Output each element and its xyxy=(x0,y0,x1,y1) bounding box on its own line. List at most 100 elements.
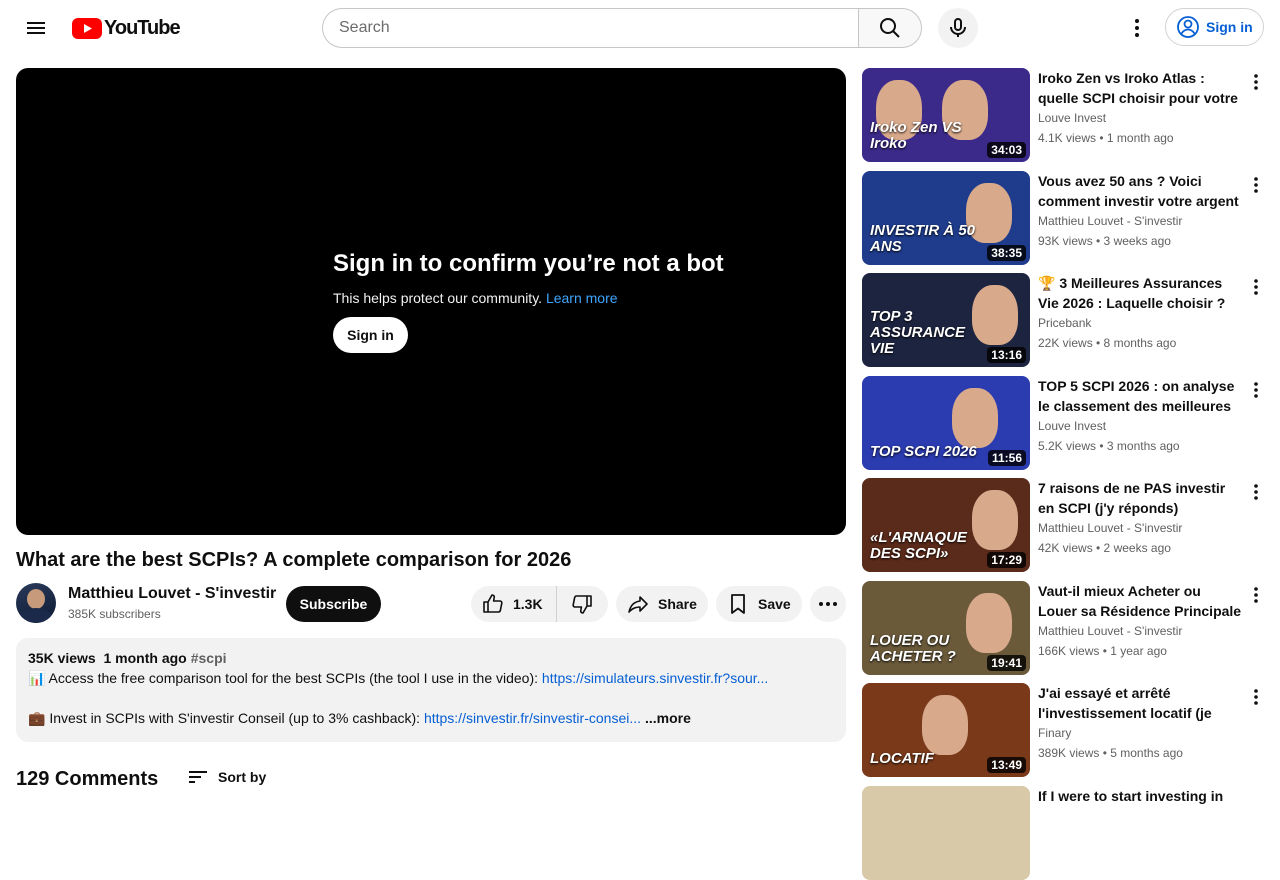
recommended-channel-name[interactable]: Pricebank xyxy=(1038,316,1091,330)
video-duration: 13:49 xyxy=(987,757,1026,773)
recommended-channel-name[interactable]: Matthieu Louvet - S'investir xyxy=(1038,624,1182,638)
hashtag-link[interactable]: #scpi xyxy=(191,650,227,666)
thumbs-up-icon xyxy=(483,594,503,613)
recommended-video-title[interactable]: If I were to start investing in xyxy=(1038,786,1242,806)
recommended-more-button[interactable] xyxy=(1248,173,1264,197)
recommended-more-button[interactable] xyxy=(1248,583,1264,607)
recommended-video-title[interactable]: Iroko Zen vs Iroko Atlas : quelle SCPI c… xyxy=(1038,68,1242,108)
recommended-video[interactable]: LOUER OU ACHETER ? 19:41 Vaut-il mieux Ach… xyxy=(862,581,1272,675)
share-label: Share xyxy=(658,596,697,612)
video-thumbnail[interactable]: INVESTIR À 50 ANS 38:35 xyxy=(862,171,1030,265)
account-icon xyxy=(1177,16,1199,38)
recommended-more-button[interactable] xyxy=(1248,685,1264,709)
recommended-video[interactable]: INVESTIR À 50 ANS 38:35 Vous avez 50 ans ?… xyxy=(862,171,1272,265)
recommended-video-stats: 42K views • 2 weeks ago xyxy=(1038,541,1171,555)
subscriber-count: 385K subscribers xyxy=(68,607,161,621)
recommended-video-title[interactable]: 7 raisons de ne PAS investir en SCPI (j'… xyxy=(1038,478,1242,518)
recommended-video[interactable]: If I were to start investing in xyxy=(862,786,1272,880)
thumbnail-caption: INVESTIR À 50 ANS xyxy=(870,222,976,255)
top-bar: YouTube Sign in xyxy=(0,0,1280,56)
recommended-video-title[interactable]: J'ai essayé et arrêté l'investissement l… xyxy=(1038,683,1242,723)
sort-comments-button[interactable]: Sort by xyxy=(186,765,266,789)
share-button[interactable]: Share xyxy=(616,586,708,622)
recommended-channel-name[interactable]: Matthieu Louvet - S'investir xyxy=(1038,521,1182,535)
video-thumbnail[interactable]: TOP 3 ASSURANCE VIE 13:16 xyxy=(862,273,1030,367)
recommended-more-button[interactable] xyxy=(1248,378,1264,402)
settings-more-button[interactable] xyxy=(1117,8,1157,48)
more-vert-icon xyxy=(1254,74,1258,90)
description-meta: 35K views 1 month ago #scpi xyxy=(28,650,227,666)
recommended-more-button[interactable] xyxy=(1248,480,1264,504)
menu-icon xyxy=(27,22,45,34)
recommended-channel-name[interactable]: Louve Invest xyxy=(1038,419,1106,433)
more-vert-icon xyxy=(1135,19,1139,37)
mic-icon xyxy=(950,18,966,37)
sign-in-label: Sign in xyxy=(1206,19,1253,35)
thumbnail-caption: TOP SCPI 2026 xyxy=(870,443,977,460)
recommended-more-button[interactable] xyxy=(1248,70,1264,94)
recommended-video[interactable]: TOP 3 ASSURANCE VIE 13:16 🏆 3 Meilleures A… xyxy=(862,273,1272,367)
recommended-video-stats: 389K views • 5 months ago xyxy=(1038,746,1183,760)
description-text-2: 💼 Invest in SCPIs with S'investir Consei… xyxy=(28,710,424,726)
conseil-link[interactable]: https://sinvestir.fr/sinvestir-consei... xyxy=(424,710,641,726)
bot-check-description: This helps protect our community. Learn … xyxy=(333,290,618,306)
subscribe-button[interactable]: Subscribe xyxy=(286,586,381,622)
video-duration: 19:41 xyxy=(987,655,1026,671)
channel-avatar[interactable] xyxy=(16,583,56,623)
voice-search-button[interactable] xyxy=(938,8,978,48)
video-thumbnail[interactable]: LOCATIF 13:49 xyxy=(862,683,1030,777)
video-thumbnail[interactable]: TOP SCPI 2026 11:56 xyxy=(862,376,1030,470)
video-thumbnail[interactable]: Iroko Zen VS Iroko 34:03 xyxy=(862,68,1030,162)
description-box[interactable]: 35K views 1 month ago #scpi 📊 Access the … xyxy=(16,638,846,742)
search-button[interactable] xyxy=(858,8,922,48)
recommended-channel-name[interactable]: Louve Invest xyxy=(1038,111,1106,125)
recommended-channel-name[interactable]: Matthieu Louvet - S'investir xyxy=(1038,214,1182,228)
dislike-button[interactable] xyxy=(557,586,607,622)
save-button[interactable]: Save xyxy=(716,586,802,622)
recommended-video[interactable]: Iroko Zen VS Iroko 34:03 Iroko Zen vs Irok… xyxy=(862,68,1272,162)
video-thumbnail[interactable]: «L'ARNAQUE DES SCPI» 17:29 xyxy=(862,478,1030,572)
channel-name[interactable]: Matthieu Louvet - S'investir xyxy=(68,585,276,603)
video-player[interactable]: Sign in to confirm you’re not a bot This… xyxy=(16,68,846,535)
thumbnail-caption: LOUER OU ACHETER ? xyxy=(870,632,956,665)
recommended-more-button[interactable] xyxy=(1248,275,1264,299)
video-thumbnail[interactable]: LOUER OU ACHETER ? 19:41 xyxy=(862,581,1030,675)
description-text-1: 📊 Access the free comparison tool for th… xyxy=(28,670,542,686)
thumbnail-caption: «L'ARNAQUE DES SCPI» xyxy=(870,529,967,562)
video-duration: 38:35 xyxy=(987,245,1026,261)
video-thumbnail[interactable] xyxy=(862,786,1030,880)
more-actions-button[interactable] xyxy=(810,586,846,622)
menu-button[interactable] xyxy=(16,8,56,48)
bot-check-title: Sign in to confirm you’re not a bot xyxy=(333,250,724,277)
comparison-tool-link[interactable]: https://simulateurs.sinvestir.fr?sour... xyxy=(542,670,768,686)
recommended-video-stats: 4.1K views • 1 month ago xyxy=(1038,131,1174,145)
bot-desc-text: This helps protect our community. xyxy=(333,290,546,306)
sort-label: Sort by xyxy=(218,769,267,785)
player-sign-in-button[interactable]: Sign in xyxy=(333,317,408,353)
search-input[interactable] xyxy=(322,8,859,48)
recommended-video-stats: 93K views • 3 weeks ago xyxy=(1038,234,1171,248)
like-count: 1.3K xyxy=(513,596,543,612)
video-duration: 17:29 xyxy=(987,552,1026,568)
more-vert-icon xyxy=(1254,689,1258,705)
more-vert-icon xyxy=(1254,484,1258,500)
video-duration: 34:03 xyxy=(987,142,1026,158)
upload-age: 1 month ago xyxy=(103,650,187,666)
description-line-1: 📊 Access the free comparison tool for th… xyxy=(28,670,768,687)
youtube-logo[interactable]: YouTube xyxy=(72,17,181,39)
view-count: 35K views xyxy=(28,650,96,666)
save-label: Save xyxy=(758,596,791,612)
learn-more-link[interactable]: Learn more xyxy=(546,290,618,306)
sign-in-button[interactable]: Sign in xyxy=(1165,8,1264,46)
recommended-video-title[interactable]: Vaut-il mieux Acheter ou Louer sa Réside… xyxy=(1038,581,1242,621)
like-button[interactable]: 1.3K xyxy=(471,586,557,622)
recommended-channel-name[interactable]: Finary xyxy=(1038,726,1071,740)
description-line-2: 💼 Invest in SCPIs with S'investir Consei… xyxy=(28,710,641,727)
show-more-button[interactable]: ...more xyxy=(645,710,691,726)
recommended-video-title[interactable]: 🏆 3 Meilleures Assurances Vie 2026 : Laq… xyxy=(1038,273,1242,313)
recommended-video[interactable]: LOCATIF 13:49 J'ai essayé et arrêté l'inve… xyxy=(862,683,1272,777)
recommended-video-title[interactable]: Vous avez 50 ans ? Voici comment investi… xyxy=(1038,171,1242,211)
recommended-video-title[interactable]: TOP 5 SCPI 2026 : on analyse le classeme… xyxy=(1038,376,1242,416)
recommended-video[interactable]: «L'ARNAQUE DES SCPI» 17:29 7 raisons de ne… xyxy=(862,478,1272,572)
recommended-video[interactable]: TOP SCPI 2026 11:56 TOP 5 SCPI 2026 : on a… xyxy=(862,376,1272,470)
